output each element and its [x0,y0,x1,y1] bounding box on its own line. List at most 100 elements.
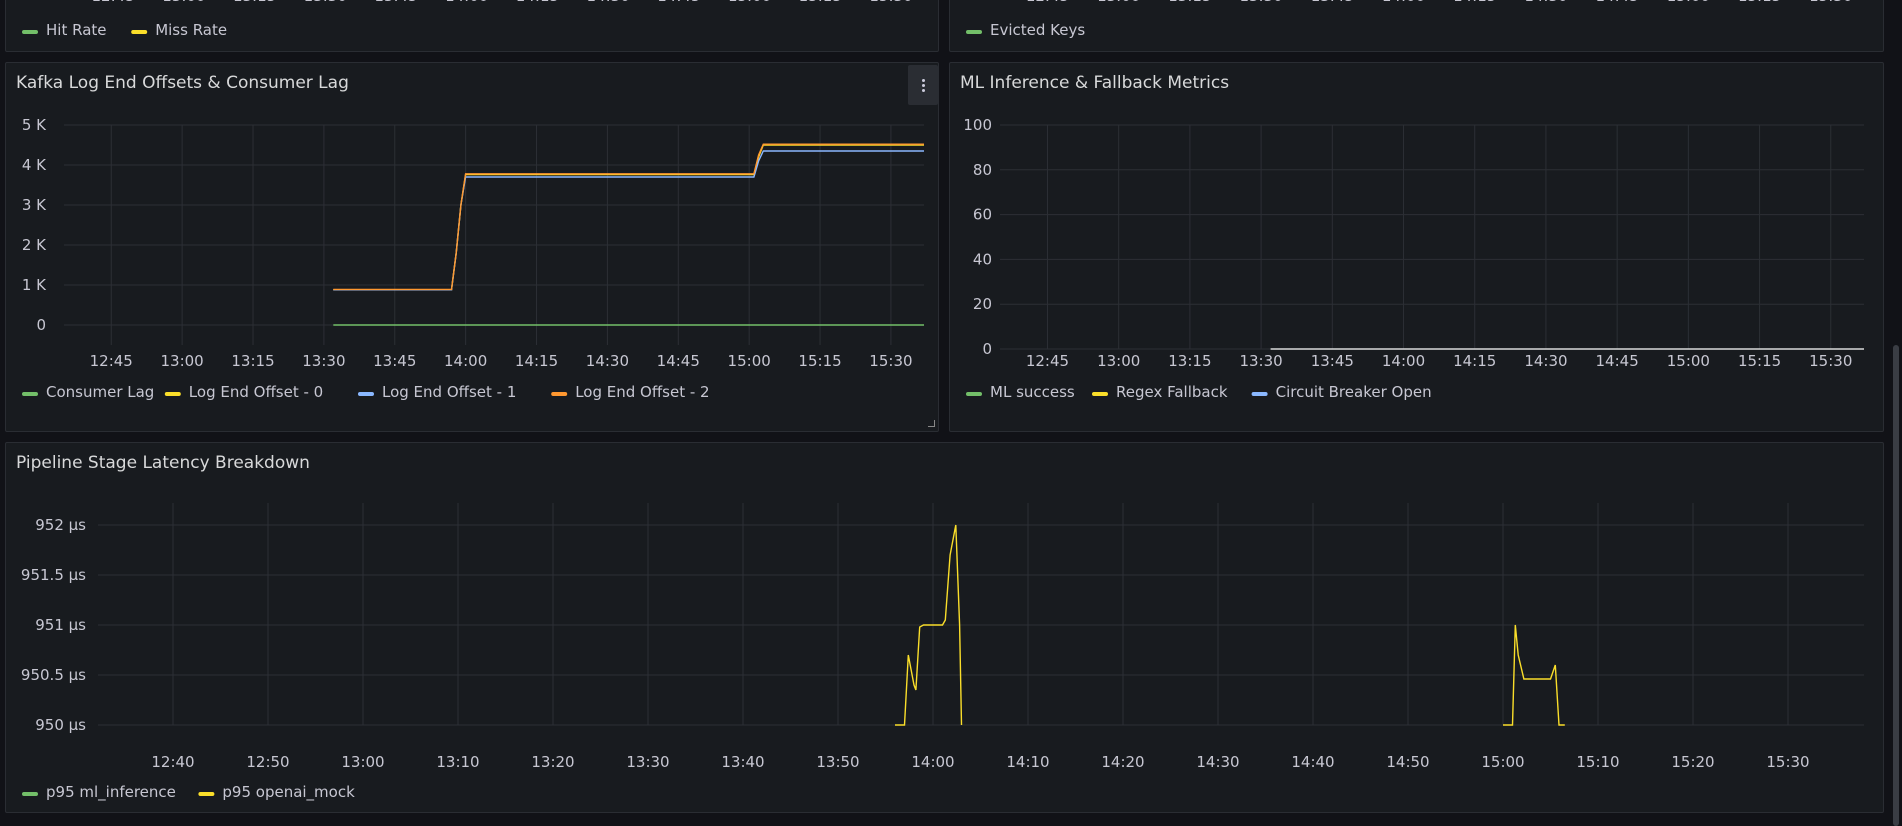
x-tick-label: 12:45 [90,352,133,370]
x-tick-label: 13:20 [531,753,574,771]
y-tick-label: 60 [973,206,992,224]
page-scrollbar[interactable] [1893,345,1899,826]
x-tick-label: 13:00 [161,352,204,370]
legend-label: Hit Rate [46,21,107,39]
x-tick-label: 13:00 [1097,0,1140,5]
y-tick-label: 951.5 µs [21,566,86,584]
x-tick-label: 15:00 [1667,352,1710,370]
latency-panel: Pipeline Stage Latency Breakdown 952 µs 9… [5,442,1884,813]
y-tick-label: 40 [973,250,992,268]
x-tick-label: 14:10 [1006,753,1049,771]
y-tick-label: 952 µs [35,516,86,534]
x-tick-label: 13:30 [1239,0,1282,5]
y-tick-label: 0 [36,316,46,334]
legend-swatch [1092,392,1108,396]
x-tick-label: 14:00 [445,0,488,5]
legend-label: Consumer Lag [46,383,154,401]
x-tick-label: 13:45 [1311,0,1354,5]
x-tick-label: 15:30 [1809,352,1852,370]
evicted-keys-panel-svg: 12:45 13:00 13:15 13:30 13:45 14:00 14:15 14:30… [966,0,1852,39]
x-tick-label: 14:45 [1596,0,1639,5]
legend-swatch [164,392,181,396]
x-tick-label: 14:30 [1524,352,1567,370]
x-tick-label: 13:15 [233,0,276,5]
x-tick-label: 13:30 [626,753,669,771]
x-tick-label: 14:50 [1386,753,1429,771]
legend-label: Log End Offset - 1 [382,383,516,401]
x-tick-label: 15:00 [728,0,771,5]
legend-label: p95 ml_inference [46,783,176,802]
x-tick-label: 13:45 [374,0,417,5]
x-tick-label: 15:10 [1576,753,1619,771]
x-tick-label: 14:15 [515,352,558,370]
x-tick-label: 13:15 [231,352,274,370]
legend-swatch [198,792,215,796]
x-tick-label: 14:30 [1524,0,1567,5]
x-tick-label: 14:45 [657,352,700,370]
x-tick-label: 15:20 [1671,753,1714,771]
ml-panel: ML Inference & Fallback Metrics 100 80 60 4… [949,62,1884,432]
x-tick-label: 14:30 [587,0,630,5]
x-tick-label: 15:15 [799,0,842,5]
legend-swatch [966,30,982,34]
x-tick-label: 15:30 [869,352,912,370]
y-tick-label: 3 K [22,196,47,214]
x-tick-label: 15:15 [1738,352,1781,370]
cache-panel-svg: 12:45 13:00 13:15 13:30 13:45 14:00 14:15 14:30… [22,0,913,39]
legend-label: Regex Fallback [1116,383,1228,401]
legend-label: Log End Offset - 0 [189,383,323,401]
evicted-keys-panel: 12:45 13:00 13:15 13:30 13:45 14:00 14:15 14:30… [949,0,1884,52]
x-tick-label: 14:30 [586,352,629,370]
x-tick-label: 14:00 [1382,0,1425,5]
x-tick-label: 14:15 [516,0,559,5]
x-tick-label: 13:15 [1168,352,1211,370]
kafka-panel: Kafka Log End Offsets & Consumer Lag 5 K… [5,62,939,432]
x-tick-label: 13:45 [373,352,416,370]
resize-handle[interactable] [928,420,935,427]
x-tick-label: 14:30 [1196,753,1239,771]
legend-label: Miss Rate [155,21,227,39]
y-tick-label: 20 [973,295,992,313]
kafka-chart: 5 K 4 K 3 K 2 K 1 K 0 12:45 13:00 13:15 13:30 13:4… [22,116,924,401]
x-tick-label: 15:00 [728,352,771,370]
x-tick-label: 13:40 [721,753,764,771]
x-tick-label: 15:30 [869,0,912,5]
x-tick-label: 12:45 [92,0,135,5]
x-tick-label: 15:15 [798,352,841,370]
y-tick-label: 951 µs [35,616,86,634]
legend-swatch [551,392,568,396]
y-tick-label: 950.5 µs [21,666,86,684]
x-tick-label: 15:30 [1766,753,1809,771]
y-tick-label: 100 [963,116,992,134]
y-tick-label: 950 µs [35,716,86,734]
series-line [333,150,924,291]
x-tick-label: 14:15 [1453,352,1496,370]
legend-swatch [22,30,38,34]
x-tick-label: 13:50 [816,753,859,771]
legend-label: Evicted Keys [990,21,1085,39]
x-tick-label: 13:00 [1097,352,1140,370]
x-tick-label: 14:00 [911,753,954,771]
y-tick-label: 2 K [22,236,47,254]
x-tick-label: 13:00 [341,753,384,771]
x-tick-label: 15:15 [1738,0,1781,5]
y-tick-label: 4 K [22,156,47,174]
x-tick-label: 12:45 [1026,352,1069,370]
legend-swatch [358,392,374,396]
x-tick-label: 14:40 [1291,753,1334,771]
legend-swatch [22,792,38,796]
x-tick-label: 13:30 [1239,352,1282,370]
legend-swatch [1251,392,1268,396]
x-tick-label: 15:00 [1667,0,1710,5]
y-tick-label: 0 [982,340,992,358]
x-tick-label: 13:00 [162,0,205,5]
legend-label: Circuit Breaker Open [1276,383,1432,401]
x-tick-label: 12:40 [151,753,194,771]
x-tick-label: 14:00 [444,352,487,370]
legend-label: Log End Offset - 2 [575,383,709,401]
x-tick-label: 13:30 [304,0,347,5]
legend-swatch [22,392,38,396]
legend-label: p95 openai_mock [222,783,355,802]
x-tick-label: 13:45 [1311,352,1354,370]
x-tick-label: 13:30 [302,352,345,370]
